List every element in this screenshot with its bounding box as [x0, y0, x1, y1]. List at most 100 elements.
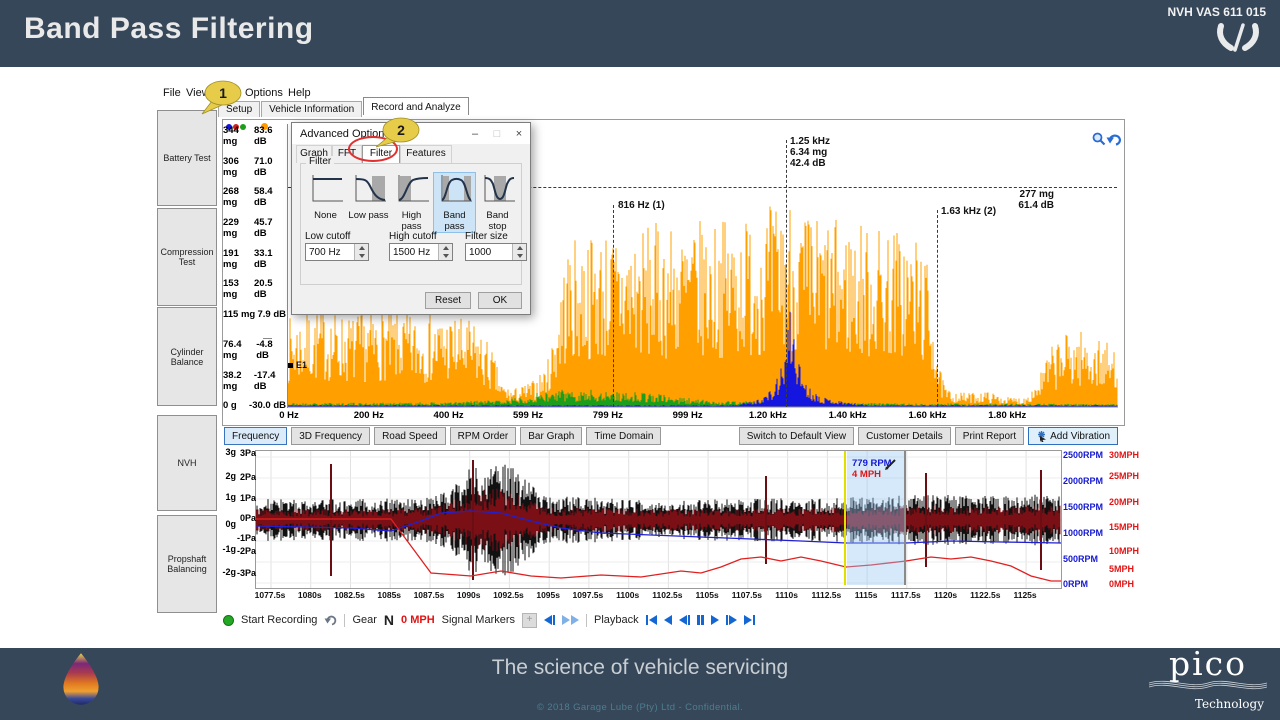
filter-size-spinner[interactable] — [512, 244, 526, 260]
filter-option-high-pass[interactable]: High pass — [391, 173, 432, 232]
pa-axis-label: 2Pa — [236, 472, 256, 482]
y-tick-mg: 229 mg — [223, 217, 254, 239]
close-icon[interactable]: × — [508, 128, 530, 140]
low-cutoff-input[interactable]: 700 Hz — [305, 243, 369, 261]
low-cutoff-spinner[interactable] — [354, 244, 368, 260]
page-title: Band Pass Filtering — [24, 12, 314, 46]
prev-marker-icon[interactable] — [544, 615, 555, 625]
view-button-3d-frequency[interactable]: 3D Frequency — [291, 427, 370, 445]
action-button-add-vibration[interactable]: Add Vibration — [1028, 427, 1118, 445]
sidebar-item-battery-test[interactable]: Battery Test — [157, 110, 217, 206]
time-x-tick: 1082.5s — [327, 590, 371, 600]
add-marker-button[interactable]: + — [522, 613, 537, 628]
record-indicator-icon[interactable] — [223, 615, 234, 626]
spectrum-x-tick: 1.40 kHz — [826, 410, 870, 421]
view-button-time-domain[interactable]: Time Domain — [586, 427, 661, 445]
menu-item-file[interactable]: File — [163, 87, 181, 99]
mph-axis-label: 30MPH — [1109, 450, 1139, 460]
menu-item-options[interactable]: Options — [245, 87, 283, 99]
spectrum-y-tick: 76.4 mg-4.8 dB — [223, 339, 286, 361]
slide: Band Pass Filtering NVH VAS 611 015 File… — [0, 0, 1280, 720]
y-tick-mg: 0 g — [223, 400, 237, 411]
marker1-line[interactable] — [613, 205, 614, 407]
sidebar-item-nvh[interactable]: NVH — [157, 415, 217, 511]
filter-size-input[interactable]: 1000 — [465, 243, 527, 261]
sidebar-item-compression-test[interactable]: Compression Test — [157, 208, 217, 306]
spectrum-y-tick: 38.2 mg-17.4 dB — [223, 370, 286, 392]
rewind-icon[interactable] — [664, 615, 672, 625]
spectrum-x-tick: 200 Hz — [347, 410, 391, 421]
mph-axis-label: 25MPH — [1109, 471, 1139, 481]
y-tick-db: 20.5 dB — [254, 278, 286, 300]
view-button-bar-graph[interactable]: Bar Graph — [520, 427, 582, 445]
filter-option-none[interactable]: None — [305, 173, 346, 221]
spectrum-y-tick: 268 mg58.4 dB — [223, 186, 286, 208]
action-button-switch-to-default-view[interactable]: Switch to Default View — [739, 427, 854, 445]
next-marker-icon[interactable] — [562, 615, 579, 625]
view-button-frequency[interactable]: Frequency — [224, 427, 287, 445]
time-cursor-line[interactable] — [844, 451, 846, 585]
time-x-tick: 1120s — [924, 590, 968, 600]
step-forward-icon[interactable] — [726, 615, 737, 625]
start-recording-label[interactable]: Start Recording — [241, 614, 317, 626]
action-button-print-report[interactable]: Print Report — [955, 427, 1024, 445]
y-tick-mg: 76.4 mg — [223, 339, 256, 361]
time-x-tick: 1125s — [1003, 590, 1047, 600]
step-back-icon[interactable] — [679, 615, 690, 625]
undo-zoom-icon[interactable] — [1106, 132, 1121, 146]
y-tick-db: 45.7 dB — [254, 217, 286, 239]
zoom-tool-icon[interactable] — [1092, 132, 1106, 146]
skip-start-icon[interactable] — [646, 615, 657, 625]
pa-axis-label: -3Pa — [236, 568, 256, 578]
high-cutoff-input[interactable]: 1500 Hz — [389, 243, 453, 261]
record-status-bar: Start Recording Gear N 0 MPH Signal Mark… — [223, 611, 755, 629]
separator — [344, 614, 345, 627]
spectrum-x-tick: 1.80 kHz — [985, 410, 1029, 421]
peak-marker-line[interactable] — [786, 140, 787, 407]
menu-item-help[interactable]: Help — [288, 87, 311, 99]
filter-icon-none — [308, 173, 344, 205]
gear-value: N — [384, 612, 394, 628]
y-tick-mg: 268 mg — [223, 186, 254, 208]
filter-option-band-stop[interactable]: Band stop — [477, 173, 518, 232]
minimize-icon[interactable]: – — [464, 128, 486, 140]
spectrum-x-tick: 1.20 kHz — [746, 410, 790, 421]
time-x-tick: 1077.5s — [248, 590, 292, 600]
view-button-road-speed[interactable]: Road Speed — [374, 427, 446, 445]
filter-option-band-pass[interactable]: Band pass — [434, 173, 475, 232]
tab-record-and-analyze[interactable]: Record and Analyze — [363, 97, 469, 115]
play-icon[interactable] — [711, 615, 719, 625]
time-domain-plot[interactable] — [255, 450, 1062, 589]
ok-button[interactable]: OK — [478, 292, 522, 309]
spectrum-y-tick: 191 mg33.1 dB — [223, 248, 286, 270]
time-x-tick: 1112.5s — [804, 590, 848, 600]
maximize-icon[interactable]: □ — [486, 128, 508, 140]
sidebar-item-cylinder-balance[interactable]: Cylinder Balance — [157, 307, 217, 406]
view-button-rpm-order[interactable]: RPM Order — [450, 427, 517, 445]
undo-icon[interactable] — [324, 614, 337, 626]
selection-end-line[interactable] — [904, 451, 906, 585]
level-label: 277 mg 61.4 dB — [1008, 189, 1054, 211]
action-button-customer-details[interactable]: Customer Details — [858, 427, 951, 445]
spectrum-x-tick: 0 Hz — [267, 410, 311, 421]
order-marker-square[interactable] — [288, 363, 293, 368]
gear-label: Gear — [352, 614, 376, 626]
skip-end-icon[interactable] — [744, 615, 755, 625]
y-tick-mg: 306 mg — [223, 156, 254, 178]
y-tick-mg: 153 mg — [223, 278, 254, 300]
high-cutoff-spinner[interactable] — [438, 244, 452, 260]
separator — [586, 614, 587, 627]
slide-header: Band Pass Filtering NVH VAS 611 015 — [0, 0, 1280, 67]
sidebar-item-propshaft-balancing[interactable]: Propshaft Balancing — [157, 515, 217, 613]
filter-option-low-pass[interactable]: Low pass — [348, 173, 389, 221]
marker2-line[interactable] — [937, 210, 938, 407]
footer-copyright: © 2018 Garage Lube (Pty) Ltd - Confident… — [0, 702, 1280, 713]
reset-button[interactable]: Reset — [425, 292, 471, 309]
pause-icon[interactable] — [697, 615, 704, 625]
callout-2-number: 2 — [397, 122, 405, 138]
tab-vehicle-information[interactable]: Vehicle Information — [261, 101, 362, 117]
y-tick-db: 58.4 dB — [254, 186, 286, 208]
time-x-tick: 1117.5s — [884, 590, 928, 600]
filter-icon-low-pass — [351, 173, 387, 205]
footer-tagline: The science of vehicle servicing — [0, 656, 1280, 680]
